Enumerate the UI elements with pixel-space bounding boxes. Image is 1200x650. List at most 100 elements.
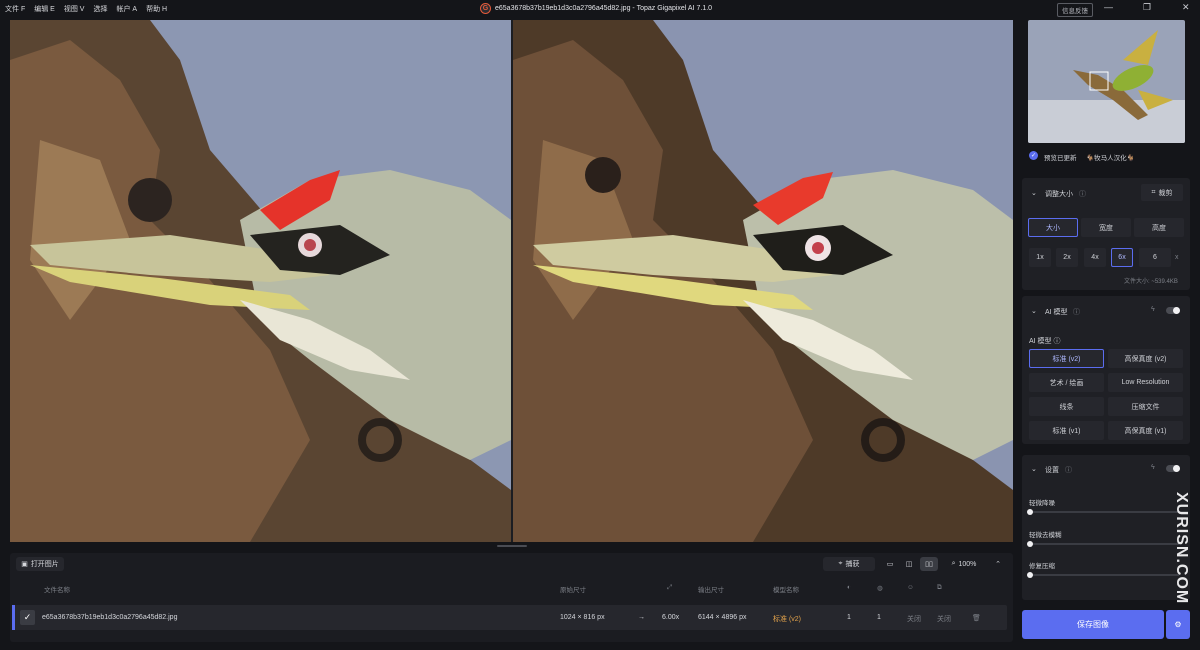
settings-card [1022,455,1190,600]
chevron-down-icon[interactable]: ⌄ [1031,307,1037,315]
model-art-cg[interactable]: 艺术 / 绘画 [1029,373,1104,392]
scale-6x[interactable]: 6x [1111,248,1133,267]
arrow-right-icon: → [638,614,645,621]
slider-label-denoise: 轻微降噪 [1029,500,1055,507]
ai-model-title: AI 模型 [1045,309,1068,316]
capture-button[interactable]: ⌖ 捕获 [823,557,875,571]
denoise-icon: ◐ [847,584,851,591]
tab-size[interactable]: 大小 [1028,218,1078,237]
row-model: 标准 (v2) [773,616,801,623]
model-low-resolution[interactable]: Low Resolution [1108,373,1183,392]
save-options-icon[interactable]: ⚙ [1166,610,1190,639]
lightning-icon: ϟ [1151,464,1155,471]
image-icon: ▣ [21,561,28,568]
camera-icon: ⌖ [838,560,843,567]
enhanced-bird-image [513,20,1013,542]
zoom-control[interactable]: ⌕ 100% [944,557,984,571]
feedback-button[interactable]: 信息反馈 [1057,3,1093,17]
image-viewer[interactable] [10,20,1013,542]
open-image-button[interactable]: ▣ 打开图片 [16,557,64,571]
compression-slider[interactable] [1027,572,1179,578]
save-image-button[interactable]: 保存图像 [1022,610,1164,639]
model-lines[interactable]: 线条 [1029,397,1104,416]
row-out-size: 6144 × 4896 px [698,614,747,621]
resize-icon: ⤢ [667,584,673,591]
restore-icon[interactable]: ❐ [1143,2,1151,13]
resize-title: 调整大小 [1045,191,1073,198]
row-scale: 6.00x [662,614,680,621]
navigator-thumbnail[interactable] [1028,20,1185,143]
layers-icon: ⧉ [937,584,942,591]
thumbnail-image [1028,20,1185,143]
model-compressed[interactable]: 压缩文件 [1108,397,1183,416]
menu-view[interactable]: 视图 V [64,4,85,14]
scale-2x[interactable]: 2x [1056,248,1078,267]
header-orig-size: 原始尺寸 [560,587,586,594]
menu-bar: 文件 F 编辑 E 视图 V 选择 帐户 A 帮助 H [0,4,167,14]
enhanced-preview [513,20,1013,542]
custom-scale-input[interactable]: 6 [1139,248,1171,267]
model-high-fidelity-v2[interactable]: 高保真度 (v2) [1108,349,1183,368]
menu-help[interactable]: 帮助 H [146,4,167,14]
ai-model-subtitle: AI 模型 ⓘ [1029,338,1061,345]
window-title: G e65a3678b37b19eb1d3c0a2796a45d82.jpg -… [480,3,712,14]
chevron-down-icon[interactable]: ⌄ [1031,465,1037,473]
denoise-slider[interactable] [1027,509,1179,515]
lightning-icon: ϟ [1151,306,1155,313]
crop-label: 裁剪 [1158,189,1173,197]
row-orig-size: 1024 × 816 px [560,614,605,621]
crop-button[interactable]: ⌗ 裁剪 [1141,184,1183,201]
title-bar: 文件 F 编辑 E 视图 V 选择 帐户 A 帮助 H G e65a3678b3… [0,0,1200,18]
single-view-icon[interactable]: ▭ [882,557,898,571]
chevron-down-icon[interactable]: ⌄ [1031,189,1037,197]
slider-thumb[interactable] [1027,572,1033,578]
info-icon: ⓘ [1073,309,1080,316]
check-circle-icon: ✓ [1029,151,1038,160]
crop-icon: ⌗ [1151,188,1156,196]
tab-height[interactable]: 高度 [1134,218,1184,237]
preview-updated-label: 预览已更新 [1044,155,1077,162]
chevron-up-icon[interactable]: ⌃ [990,557,1006,571]
model-high-fidelity-v1[interactable]: 高保真度 (v1) [1108,421,1183,440]
row-off-2: 关闭 [937,616,951,623]
row-off-1: 关闭 [907,616,921,623]
scale-1x[interactable]: 1x [1029,248,1051,267]
capture-label: 捕获 [845,561,860,568]
menu-account[interactable]: 帐户 A [116,4,137,14]
menu-file[interactable]: 文件 F [5,4,25,14]
menu-select[interactable]: 选择 [93,4,107,14]
header-out-size: 输出尺寸 [698,587,724,594]
scale-unit: x [1175,254,1179,261]
panel-resize-handle[interactable] [497,545,527,547]
model-standard-v1[interactable]: 标准 (v1) [1029,421,1104,440]
settings-toggle[interactable] [1166,465,1180,472]
ai-model-toggle[interactable] [1166,307,1180,314]
minimize-icon[interactable]: — [1104,2,1113,12]
side-by-side-icon[interactable]: ▯▯ [920,557,938,571]
app-logo-icon: G [480,3,491,14]
localization-credit: 🐐牧马人汉化🐐 [1086,155,1135,162]
close-icon[interactable]: ✕ [1182,2,1190,13]
header-filename: 文件名称 [44,587,70,594]
trash-icon[interactable]: 🗑 [972,614,981,622]
scale-4x[interactable]: 4x [1084,248,1106,267]
watermark: XURISN.COM [1173,492,1190,605]
row-value-2: 1 [877,614,881,621]
drop-icon: ◍ [877,585,883,592]
face-icon: ☺ [907,584,914,591]
row-value-1: 1 [847,614,851,621]
open-image-label: 打开图片 [30,561,59,568]
settings-title: 设置 [1045,467,1059,474]
menu-edit[interactable]: 编辑 E [34,4,55,14]
window-title-text: e65a3678b37b19eb1d3c0a2796a45d82.jpg - T… [495,5,713,12]
original-bird-image [10,20,511,542]
row-checkbox[interactable]: ✓ [20,610,35,625]
tab-width[interactable]: 宽度 [1081,218,1131,237]
zoom-level: 100% [958,560,977,568]
split-view-icon[interactable]: ◫ [901,557,917,571]
slider-thumb[interactable] [1027,541,1033,547]
model-standard-v2[interactable]: 标准 (v2) [1029,349,1104,368]
slider-thumb[interactable] [1027,509,1033,515]
row-filename: e65a3678b37b19eb1d3c0a2796a45d82.jpg [42,614,178,621]
deblur-slider[interactable] [1027,541,1179,547]
